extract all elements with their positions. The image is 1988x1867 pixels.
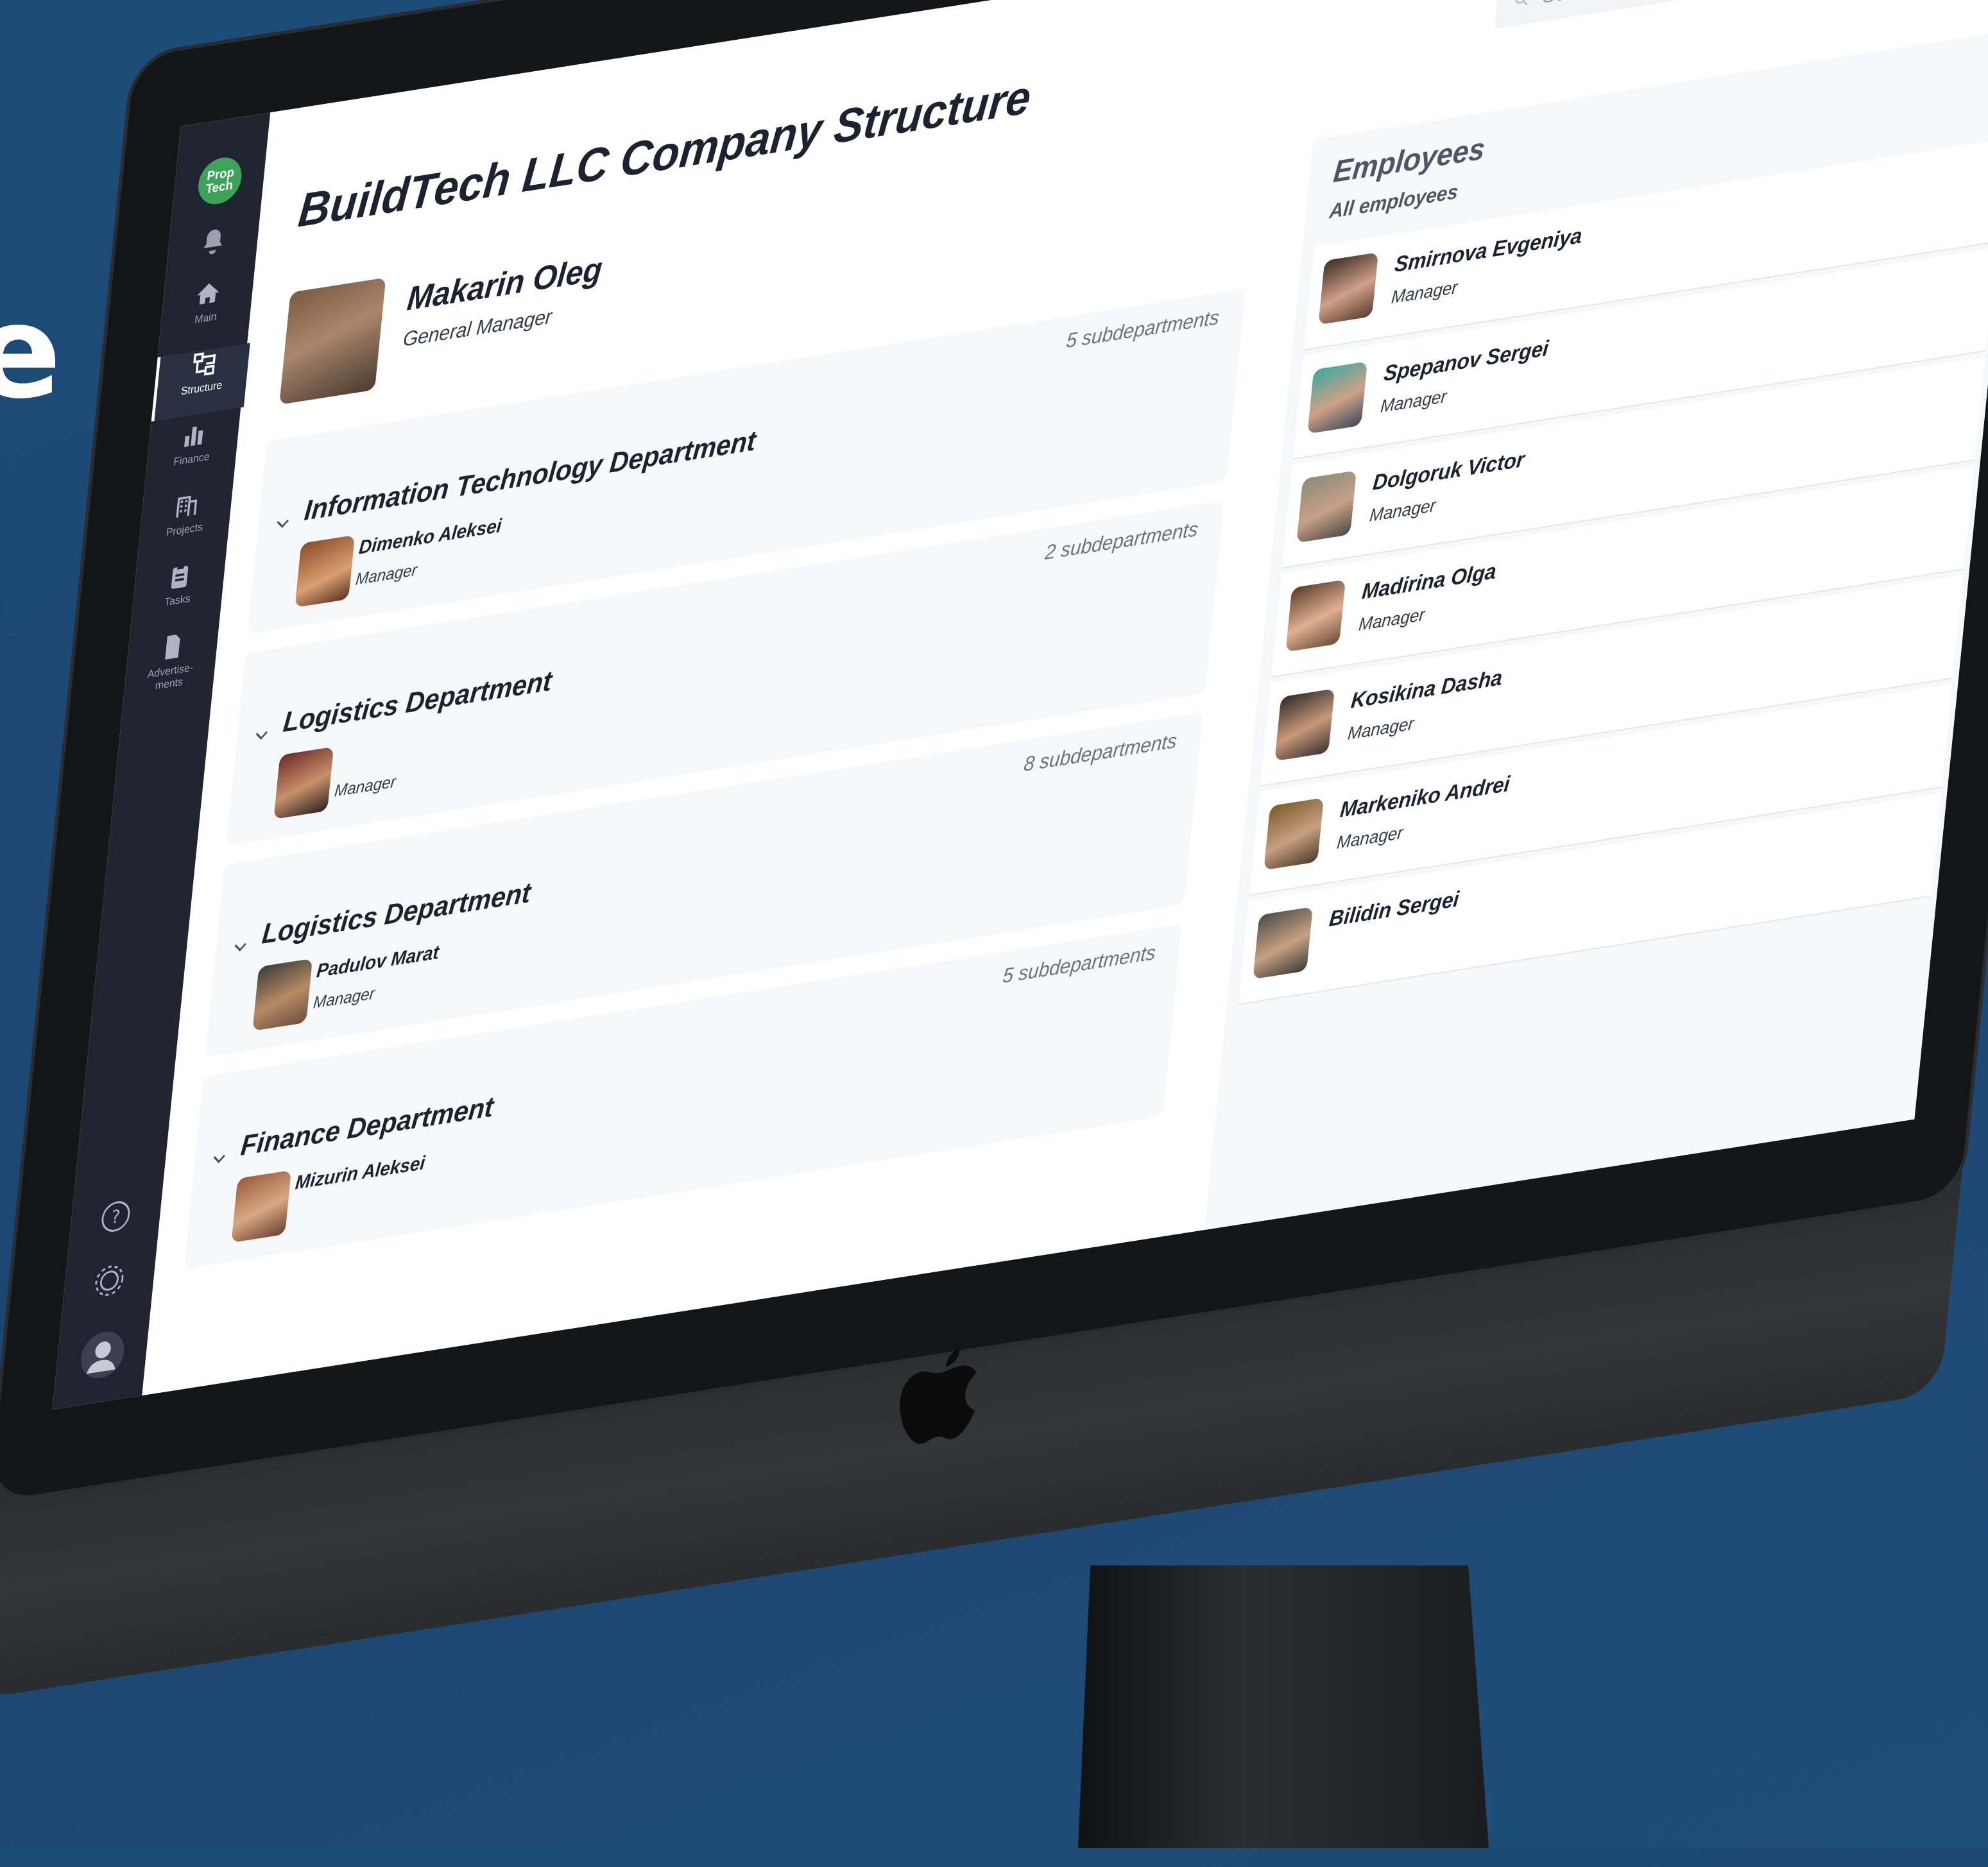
manager-photo (273, 746, 334, 819)
brand-logo[interactable]: Prop Tech (196, 154, 244, 208)
search-input[interactable]: Search (1495, 0, 1882, 30)
sidebar-item-main[interactable]: Main (159, 273, 255, 351)
subdepartments-count: 5 subdepartments (1001, 940, 1157, 988)
manager-name: Dimenko Aleksei (357, 515, 503, 559)
structure-icon (193, 352, 216, 376)
sidebar-item-projects[interactable]: Projects (137, 484, 234, 563)
department-name: Logistics Department (281, 665, 554, 738)
chevron-down-icon[interactable] (209, 1148, 229, 1170)
manager-role: Manager (333, 771, 397, 801)
subdepartments-count: 8 subdepartments (1022, 728, 1178, 776)
chevron-down-icon[interactable] (230, 937, 250, 959)
employee-name: Markeniko Andrei (1339, 771, 1511, 823)
employee-name: Madirina Olga (1360, 559, 1498, 604)
employee-photo (1285, 579, 1346, 652)
employee-name: Spepanov Sergei (1382, 336, 1550, 386)
employee-photo (1253, 907, 1313, 980)
employee-photo (1264, 797, 1324, 871)
manager-photo (231, 1170, 292, 1243)
svg-text:?: ? (110, 1206, 121, 1228)
manager-name: Mizurin Aleksei (294, 1152, 427, 1194)
sidebar-item-structure[interactable]: Structure (151, 343, 250, 422)
subdepartments-count: 2 subdepartments (1043, 516, 1199, 565)
manager-photo (252, 958, 313, 1031)
sidebar-item-finance[interactable]: Finance (144, 414, 241, 492)
sidebar-item-tasks[interactable]: Tasks (130, 555, 227, 633)
home-icon (197, 283, 219, 305)
employee-name: Dolgoruk Victor (1371, 447, 1526, 495)
general-manager-name: Makarin Oleg (405, 250, 604, 318)
employees-title: Employees (1332, 132, 1487, 190)
monitor: Prop Tech Main Structure Finance Project… (0, 0, 1988, 1867)
department-name: Information Technology Department (302, 425, 758, 527)
document-icon (165, 635, 180, 660)
search-placeholder: Search (1541, 0, 1604, 8)
employee-role: Manager (1379, 386, 1448, 416)
chevron-down-icon[interactable] (273, 513, 293, 535)
apple-logo-icon (900, 1348, 977, 1444)
settings-gear-icon[interactable] (63, 1254, 157, 1307)
user-icon (86, 1341, 116, 1374)
search-icon (1515, 0, 1528, 6)
chevron-down-icon[interactable] (252, 725, 271, 747)
employee-role: Manager (1346, 713, 1415, 744)
employee-role: Manager (1368, 495, 1437, 525)
current-user-avatar[interactable] (78, 1328, 126, 1382)
employees-panel: Employees All employees Smirnova Evgeniy… (1200, 28, 1988, 1269)
hero-partial-letter: e (0, 278, 62, 427)
subdepartments-count: 5 subdepartments (1065, 305, 1221, 353)
clipboard-icon (171, 563, 189, 589)
employee-photo (1296, 470, 1357, 543)
general-manager-photo (279, 277, 386, 405)
help-icon[interactable]: ? (69, 1190, 163, 1243)
employee-role: Manager (1335, 822, 1404, 853)
employee-photo (1307, 361, 1367, 434)
bar-chart-icon (184, 426, 203, 447)
manager-role: Manager (354, 559, 418, 589)
bell-icon[interactable] (198, 223, 228, 261)
department-name: Logistics Department (260, 876, 533, 950)
building-icon (176, 495, 198, 518)
manager-role: Manager (312, 983, 376, 1012)
employee-name: Smirnova Evgeniya (1393, 223, 1584, 277)
manager-name: Padulov Marat (315, 941, 440, 982)
employee-photo (1274, 688, 1335, 762)
employee-role: Manager (1357, 604, 1426, 635)
employee-photo (1318, 252, 1378, 325)
sidebar-item-advertisements[interactable]: Advertise-ments (122, 626, 219, 717)
employee-role: Manager (1390, 277, 1459, 307)
employee-name: Bilidin Sergei (1328, 887, 1461, 932)
department-name: Finance Department (239, 1091, 495, 1162)
employee-name: Kosikina Dasha (1350, 665, 1504, 713)
manager-photo (295, 534, 356, 608)
